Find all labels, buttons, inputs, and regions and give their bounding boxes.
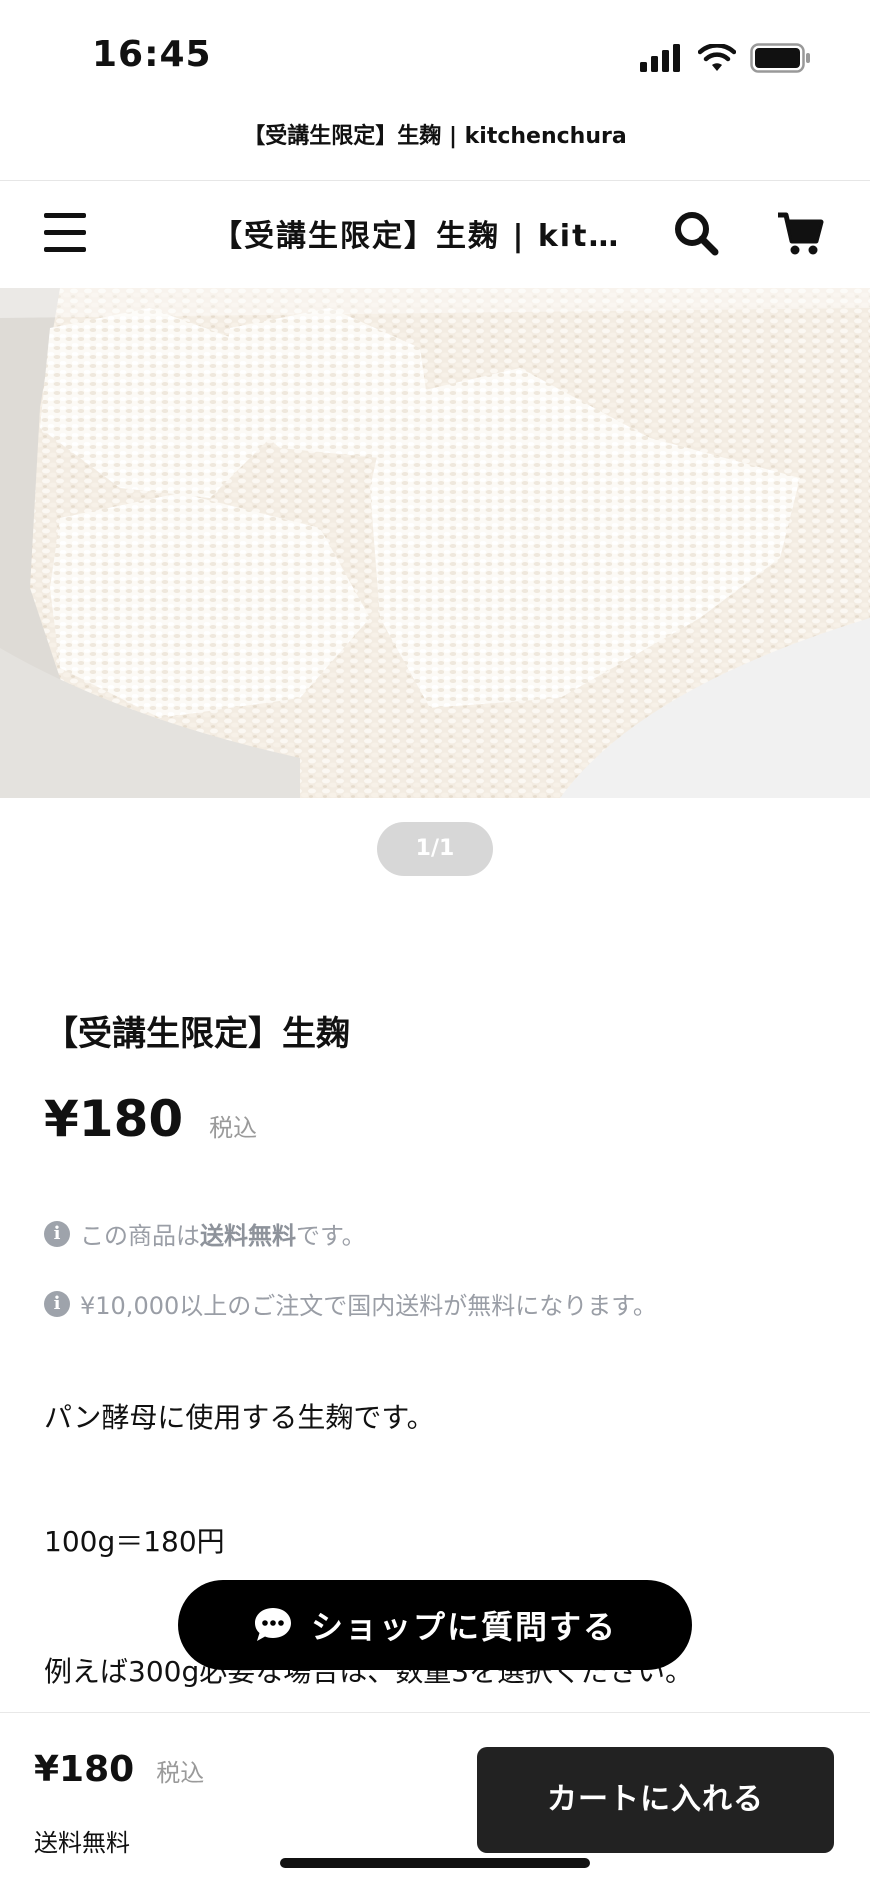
site-header: 【受講生限定】生麹 | kitchenchura	[0, 181, 870, 288]
hamburger-menu-icon[interactable]	[44, 213, 90, 253]
koji-photo	[0, 288, 870, 798]
bottom-price: ¥180	[34, 1749, 135, 1790]
wifi-icon	[698, 44, 736, 71]
add-to-cart-button[interactable]: カートに入れる	[477, 1747, 834, 1853]
domestic-shipping-info: i ¥10,000以上のご注文で国内送料が無料になります。	[44, 1286, 657, 1321]
chat-bubble-icon	[254, 1608, 291, 1641]
home-indicator[interactable]	[280, 1858, 590, 1868]
free-shipping-info: i この商品は 送料無料 です。	[44, 1216, 366, 1251]
tax-label: 税込	[209, 1114, 258, 1142]
info-text-bold: 送料無料	[200, 1222, 296, 1250]
description-line: 100g＝180円	[44, 1525, 225, 1558]
battery-icon	[750, 43, 810, 73]
signal-icon	[640, 44, 680, 72]
bottom-tax-label: 税込	[156, 1759, 205, 1787]
status-time: 16:45	[92, 34, 212, 75]
status-bar: 16:45	[0, 0, 870, 110]
bottom-price-row: ¥180 税込	[34, 1749, 204, 1790]
search-icon[interactable]	[672, 209, 720, 257]
description-line: パン酵母に使用する生麹です。	[44, 1401, 435, 1434]
ask-shop-button[interactable]: ショップに質問する	[178, 1580, 692, 1670]
price-row: ¥180 税込	[44, 1090, 257, 1148]
info-text-suffix: です。	[296, 1222, 366, 1250]
info-text-prefix: この商品は	[80, 1222, 200, 1250]
info-icon: i	[44, 1290, 70, 1317]
ask-shop-label: ショップに質問する	[310, 1608, 617, 1646]
product-image[interactable]	[0, 288, 870, 798]
page-tab-title: 【受講生限定】生麹 | kitchenchura	[243, 124, 627, 149]
header-title[interactable]: 【受講生限定】生麹 | kitchenchura	[212, 211, 632, 255]
status-icons	[640, 38, 812, 78]
product-name: 【受講生限定】生麹	[44, 1014, 350, 1054]
product-price: ¥180	[44, 1090, 184, 1148]
cart-icon[interactable]	[776, 209, 824, 257]
info-text: ¥10,000以上のご注文で国内送料が無料になります。	[80, 1292, 657, 1320]
info-icon: i	[44, 1220, 70, 1247]
image-pager-badge: 1/1	[377, 822, 493, 876]
bottom-shipping-label: 送料無料	[34, 1829, 130, 1857]
